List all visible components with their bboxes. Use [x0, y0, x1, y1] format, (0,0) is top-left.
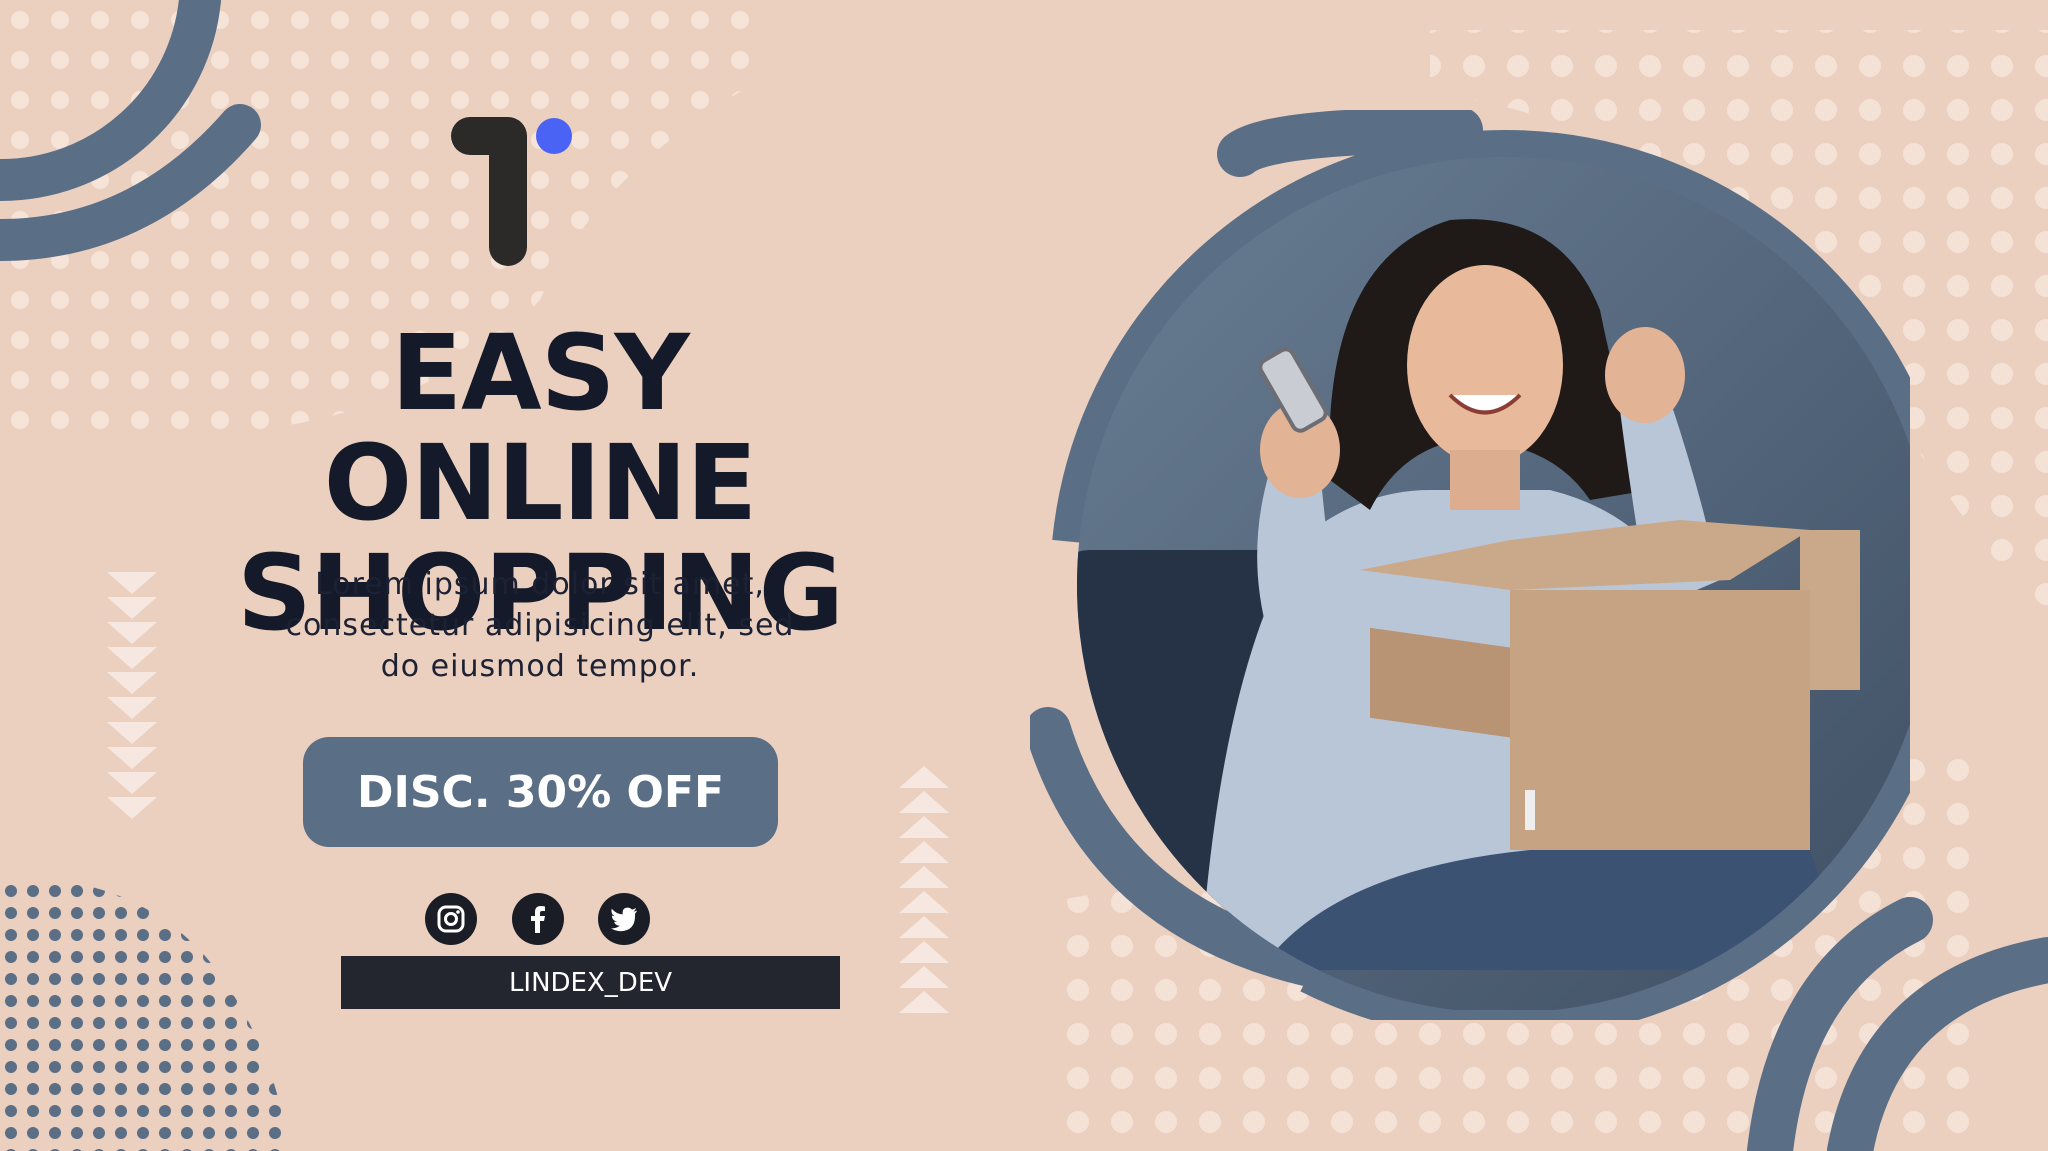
social-handle: LINDEX_DEV — [341, 956, 840, 1009]
hero-image-frame — [1030, 110, 1910, 1020]
description: Lorem ipsum dolor sit amet, consectetur … — [260, 564, 820, 687]
description-line1: Lorem ipsum dolor sit amet, — [315, 567, 765, 602]
brand-logo — [451, 117, 572, 266]
instagram-icon[interactable] — [425, 893, 477, 945]
description-line2: consectetur adipisicing elit, sed — [285, 608, 795, 643]
up-arrows-decoration — [899, 766, 949, 1016]
twitter-icon[interactable] — [598, 893, 650, 945]
headline-line1: EASY ONLINE — [323, 312, 758, 544]
description-line3: do eiusmod tempor. — [380, 649, 700, 684]
discount-button[interactable]: DISC. 30% OFF — [303, 737, 778, 847]
down-arrows-decoration — [107, 572, 157, 822]
banner: EASY ONLINE SHOPPING Lorem ipsum dolor s… — [0, 0, 2048, 1151]
facebook-icon[interactable] — [512, 893, 564, 945]
